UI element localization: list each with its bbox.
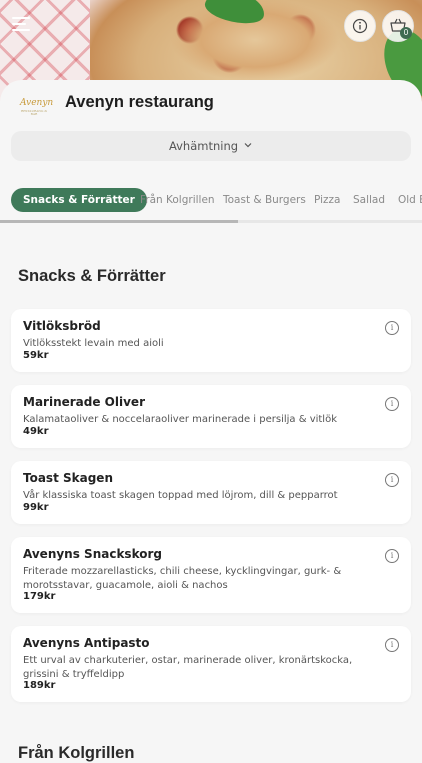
item-price: 179kr [23, 591, 56, 602]
item-price: 99kr [23, 502, 49, 513]
menu-item-card[interactable]: Vitlöksbröd Vitlöksstekt levain med aiol… [11, 309, 411, 372]
menu-item-card[interactable]: Avenyns Antipasto Ett urval av charkuter… [11, 626, 411, 702]
item-name: Vitlöksbröd [23, 319, 101, 333]
cart-button[interactable]: 0 [382, 10, 414, 42]
info-icon[interactable]: i [385, 397, 399, 411]
section-title: Snacks & Förrätter [18, 267, 166, 285]
info-icon[interactable]: i [385, 473, 399, 487]
menu-item-card[interactable]: Toast Skagen Vår klassiska toast skagen … [11, 461, 411, 524]
item-description: Friterade mozzarellasticks, chili cheese… [23, 566, 342, 591]
item-description: Kalamataoliver & noccelaraoliver mariner… [23, 414, 337, 425]
menu-button[interactable] [12, 17, 30, 31]
tab-pizza[interactable]: Pizza [314, 188, 340, 212]
item-name: Avenyns Antipasto [23, 636, 150, 650]
item-price: 59kr [23, 350, 49, 361]
basil-leaf [202, 0, 268, 28]
tab-old-b[interactable]: Old B [398, 188, 422, 212]
item-price: 189kr [23, 680, 56, 691]
item-description: Vår klassiska toast skagen toppad med lö… [23, 490, 338, 501]
menu-item-card[interactable]: Avenyns Snackskorg Friterade mozzarellas… [11, 537, 411, 613]
restaurant-logo: Avenyn RESTAURANG & BAR [20, 98, 54, 116]
item-name: Marinerade Oliver [23, 395, 145, 409]
tabs-scrollbar-thumb[interactable] [0, 220, 238, 223]
tab-fran-kolgrillen[interactable]: Från Kolgrillen [140, 188, 215, 212]
info-icon [352, 18, 368, 34]
chevron-down-icon [244, 143, 252, 148]
restaurant-info-button[interactable] [344, 10, 376, 42]
info-icon[interactable]: i [385, 638, 399, 652]
tab-snacks-forratter[interactable]: Snacks & Förrätter [11, 188, 147, 212]
item-price: 49kr [23, 426, 49, 437]
tabs-scrollbar[interactable] [0, 220, 422, 223]
tab-sallad[interactable]: Sallad [353, 188, 385, 212]
info-icon[interactable]: i [385, 321, 399, 335]
item-name: Toast Skagen [23, 471, 113, 485]
menu-item-card[interactable]: Marinerade Oliver Kalamataoliver & nocce… [11, 385, 411, 448]
hamburger-icon [12, 17, 30, 19]
tab-toast-burgers[interactable]: Toast & Burgers [223, 188, 306, 212]
section-title: Från Kolgrillen [18, 744, 135, 762]
item-name: Avenyns Snackskorg [23, 547, 162, 561]
order-mode-select[interactable]: Avhämtning [11, 131, 411, 161]
restaurant-name: Avenyn restaurang [65, 93, 214, 111]
order-mode-label: Avhämtning [168, 139, 239, 153]
cart-count-badge: 0 [400, 27, 412, 39]
category-tabs: Snacks & Förrätter Från Kolgrillen Toast… [0, 188, 422, 214]
item-description: Vitlöksstekt levain med aioli [23, 338, 164, 349]
item-description: Ett urval av charkuterier, ostar, marine… [23, 655, 353, 680]
info-icon[interactable]: i [385, 549, 399, 563]
